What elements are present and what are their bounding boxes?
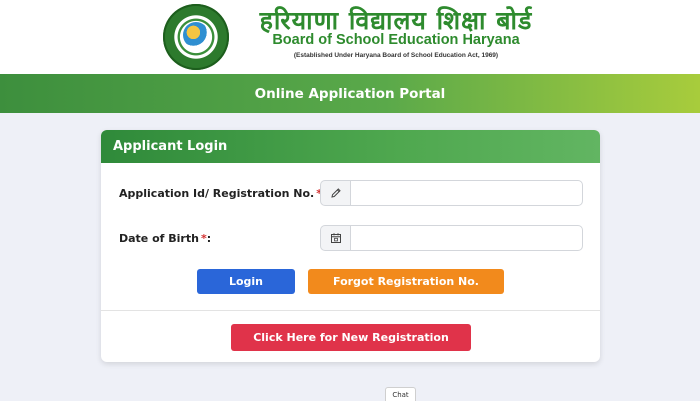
dob-label-text: Date of Birth [119, 232, 199, 245]
board-logo [163, 4, 229, 70]
applicant-login-card: Applicant Login Application Id/ Registra… [101, 130, 600, 362]
portal-banner: Online Application Portal [0, 74, 700, 113]
login-card-header: Applicant Login [101, 130, 600, 163]
board-name-english: Board of School Education Haryana [272, 32, 520, 48]
app-id-label-text: Application Id/ Registration No. [119, 187, 315, 200]
card-divider [101, 310, 600, 311]
logo-emblem [183, 22, 209, 48]
date-of-birth-input[interactable] [350, 225, 583, 251]
chat-button[interactable]: Chat [385, 387, 416, 401]
login-button[interactable]: Login [197, 269, 295, 294]
calendar-icon[interactable] [320, 225, 350, 251]
established-note: (Established Under Haryana Board of Scho… [293, 52, 499, 59]
application-id-input[interactable] [350, 180, 583, 206]
label-colon: : [206, 232, 212, 245]
forgot-registration-button[interactable]: Forgot Registration No. [308, 269, 504, 294]
new-registration-button[interactable]: Click Here for New Registration [231, 324, 471, 351]
app-id-label: Application Id/ Registration No.*: [119, 187, 326, 200]
portal-title: Online Application Portal [254, 85, 446, 102]
login-card-title: Applicant Login [113, 139, 228, 154]
site-header: हरियाणा विद्यालय शिक्षा बोर्ड Board of S… [0, 0, 700, 74]
pencil-icon [320, 180, 350, 206]
dob-label: Date of Birth *: [119, 232, 211, 245]
